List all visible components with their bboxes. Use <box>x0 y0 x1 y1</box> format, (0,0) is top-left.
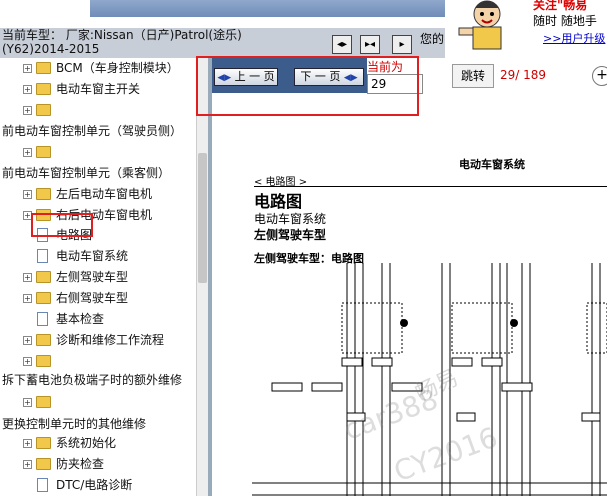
mascot-icon <box>458 0 502 50</box>
expand-icon[interactable]: + <box>23 64 32 73</box>
nav-button-bar: ◂▸ ▸◂ ▸ 您的 <box>330 28 445 58</box>
document-icon <box>37 249 48 263</box>
expand-icon[interactable]: + <box>23 357 32 366</box>
sidebar-tree: + BCM（车身控制模块） + 电动车窗主开关 + 前电动车窗控制单元（驾驶员侧） + 前电动… <box>0 58 196 496</box>
document-subtitle: 电动车窗系统 <box>254 212 327 226</box>
expand-icon[interactable]: + <box>23 398 32 407</box>
ad-upgrade-link[interactable]: >>用户升级 <box>543 30 605 46</box>
next-page-icon[interactable]: ▸ <box>392 35 412 54</box>
sidebar-item-12[interactable]: 基本检查 <box>0 309 196 329</box>
expand-icon[interactable]: + <box>23 190 32 199</box>
sidebar-item-label: BCM（车身控制模块） <box>56 61 179 75</box>
sidebar-item-label: 前电动车窗控制单元（乘客侧） <box>2 166 171 180</box>
sidebar-item-label: 拆下蓄电池负极端子时的额外维修 <box>2 373 183 387</box>
sidebar-item-label: 诊断和维修工作流程 <box>56 333 165 347</box>
folder-icon <box>36 355 51 367</box>
help-text: 您的 <box>420 32 445 46</box>
document-icon <box>37 312 48 326</box>
expand-icon[interactable]: + <box>23 336 32 345</box>
scrollbar-thumb[interactable] <box>198 153 207 283</box>
sidebar-item-16[interactable]: + <box>0 392 196 412</box>
sidebar-item-3[interactable]: 前电动车窗控制单元（驾驶员侧） <box>0 121 196 141</box>
ad-line2: 随时 随地手 <box>533 14 597 28</box>
top-header: 当前车型： 厂家:Nissan（日产)Patrol(途乐) (Y62)2014-… <box>0 0 607 58</box>
sidebar-item-4[interactable]: + <box>0 142 196 162</box>
sidebar-item-label: 左侧驾驶车型 <box>56 270 129 284</box>
sidebar-scrollbar[interactable] <box>196 58 208 496</box>
document-variant: 左侧驾驶车型 <box>254 228 327 242</box>
sidebar-item-label: DTC/电路诊断 <box>56 478 133 492</box>
sidebar-item-6[interactable]: + 左后电动车窗电机 <box>0 184 196 204</box>
highlight-box-toolbar <box>196 56 419 116</box>
sidebar-item-label: 系统初始化 <box>56 436 117 450</box>
sidebar-item-label: 更换控制单元时的其他维修 <box>2 417 147 431</box>
document-icon <box>37 478 48 492</box>
expand-icon[interactable]: + <box>23 148 32 157</box>
expand-icon[interactable]: + <box>23 85 32 94</box>
sidebar-item-17[interactable]: 更换控制单元时的其他维修 <box>0 414 196 434</box>
sidebar-item-14[interactable]: + <box>0 351 196 371</box>
sidebar-item-11[interactable]: + 右侧驾驶车型 <box>0 288 196 308</box>
highlight-box-sidebar <box>31 213 93 237</box>
zoom-in-icon[interactable]: + <box>592 66 607 86</box>
document-header: 电动车窗系统 <box>459 158 525 171</box>
sidebar-item-5[interactable]: 前电动车窗控制单元（乘客侧） <box>0 163 196 183</box>
sidebar-item-1[interactable]: + 电动车窗主开关 <box>0 79 196 99</box>
folder-icon <box>36 292 51 304</box>
sidebar-item-13[interactable]: + 诊断和维修工作流程 <box>0 330 196 350</box>
document-title: 电路图 <box>254 192 303 211</box>
folder-icon <box>36 437 51 449</box>
folder-icon <box>36 458 51 470</box>
folder-icon <box>36 83 51 95</box>
expand-icon[interactable]: + <box>23 460 32 469</box>
folder-icon <box>36 396 51 408</box>
sidebar-item-20[interactable]: DTC/电路诊断 <box>0 475 196 495</box>
folder-icon <box>36 104 51 116</box>
folder-icon <box>36 62 51 74</box>
page-count: 29/ 189 <box>500 68 547 82</box>
sidebar-item-8[interactable]: 电路图 <box>0 225 196 245</box>
sidebar-item-7[interactable]: + 右后电动车窗电机 <box>0 205 196 225</box>
sidebar-item-label: 左后电动车窗电机 <box>56 187 153 201</box>
sidebar-item-2[interactable]: + <box>0 100 196 120</box>
sidebar-item-18[interactable]: + 系统初始化 <box>0 433 196 453</box>
car-model-line1: 当前车型： 厂家:Nissan（日产)Patrol(途乐) <box>2 28 242 42</box>
car-model-line2: (Y62)2014-2015 <box>2 42 100 56</box>
expand-icon[interactable]: + <box>23 439 32 448</box>
ad-banner[interactable]: 关注"畅易 随时 随地手 >>用户升级 <box>445 0 607 58</box>
car-model-info: 当前车型： 厂家:Nissan（日产)Patrol(途乐) (Y62)2014-… <box>0 28 330 58</box>
sidebar-item-0[interactable]: + BCM（车身控制模块） <box>0 58 196 78</box>
first-page-icon[interactable]: ◂▸ <box>332 35 352 54</box>
folder-icon <box>36 271 51 283</box>
folder-icon <box>36 188 51 200</box>
sidebar-item-label: 前电动车窗控制单元（驾驶员侧） <box>2 124 183 138</box>
folder-icon <box>36 334 51 346</box>
sidebar-item-label: 电动车窗主开关 <box>56 82 141 96</box>
sidebar-item-19[interactable]: + 防夹检查 <box>0 454 196 474</box>
main-viewer: ◀▶ 上 一 页 下 一 页 ◀▶ 当前为 29 跳转 29/ 189 + 电动… <box>212 58 607 496</box>
folder-icon <box>36 146 51 158</box>
sidebar-item-label: 右侧驾驶车型 <box>56 291 129 305</box>
double-arrow-icon[interactable]: ▸◂ <box>360 35 380 54</box>
expand-icon[interactable]: + <box>23 106 32 115</box>
sidebar-item-15[interactable]: 拆下蓄电池负极端子时的额外维修 <box>0 370 196 390</box>
jump-button[interactable]: 跳转 <box>452 64 494 88</box>
sidebar-item-label: 防夹检查 <box>56 457 105 471</box>
sidebar-item-10[interactable]: + 左侧驾驶车型 <box>0 267 196 287</box>
sidebar-item-label: 基本检查 <box>56 312 105 326</box>
top-banner <box>90 0 445 17</box>
expand-icon[interactable]: + <box>23 273 32 282</box>
sidebar-item-label: 电动车窗系统 <box>56 249 129 263</box>
expand-icon[interactable]: + <box>23 294 32 303</box>
sidebar-item-9[interactable]: 电动车窗系统 <box>0 246 196 266</box>
section-divider <box>254 186 607 187</box>
